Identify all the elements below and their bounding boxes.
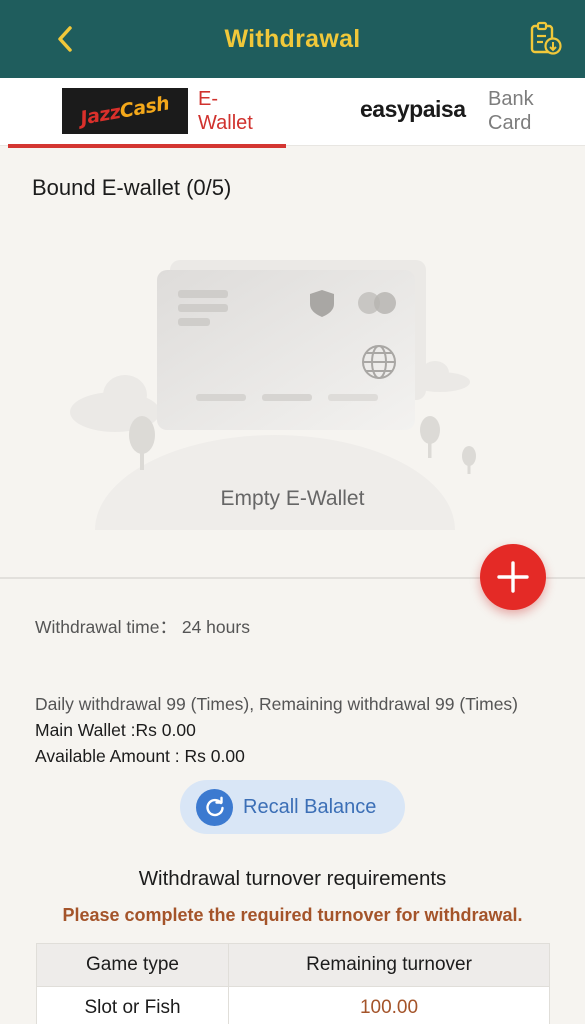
table-header-row: Game type Remaining turnover: [36, 943, 550, 987]
active-tab-indicator: [8, 144, 286, 148]
remaining-turnover-cell: 100.00: [228, 986, 550, 1024]
tree-icon: [420, 416, 440, 458]
game-type-cell: Slot or Fish: [36, 986, 229, 1024]
add-wallet-button[interactable]: [480, 544, 546, 610]
table-row: Slot or Fish 100.00: [36, 986, 550, 1024]
available-amount: Available Amount : Rs 0.00: [35, 746, 245, 766]
daily-withdrawal-limit-text: Daily withdrawal 99 (Times), Remaining w…: [35, 694, 519, 714]
chevron-left-icon: [58, 26, 72, 52]
recall-balance-button[interactable]: Recall Balance: [180, 780, 405, 834]
back-button[interactable]: [48, 22, 82, 56]
turnover-requirements-note: Please complete the required turnover fo…: [62, 905, 523, 925]
tab-jazzcash-ewallet[interactable]: JazzCash E-Wallet: [8, 78, 286, 148]
tree-icon: [462, 446, 476, 474]
credit-card-icon: [157, 270, 415, 430]
app-header: Withdrawal: [0, 0, 585, 78]
refresh-icon: [196, 788, 233, 826]
main-wallet-balance: Main Wallet :Rs 0.00: [35, 720, 196, 740]
turnover-requirements-title: Withdrawal turnover requirements: [138, 867, 447, 890]
clipboard-download-icon: [530, 21, 562, 55]
tab-label-ewallet: E-Wallet: [198, 88, 253, 134]
jazzcash-logo: JazzCash: [62, 88, 188, 134]
jazzcash-logo-text-b: Cash: [118, 92, 172, 123]
column-header-remaining-turnover: Remaining turnover: [228, 943, 550, 987]
jazzcash-logo-text-a: Jazz: [78, 101, 123, 130]
column-header-game-type: Game type: [36, 943, 229, 987]
payment-method-tabs: JazzCash E-Wallet easypaisa Bank Card: [0, 78, 585, 148]
page-title: Withdrawal: [224, 24, 361, 53]
plus-icon: [497, 561, 529, 593]
recall-balance-label: Recall Balance: [243, 795, 377, 818]
tab-easypaisa-bank-card[interactable]: easypaisa Bank Card: [300, 78, 585, 146]
easypaisa-logo: easypaisa: [360, 96, 466, 122]
bound-ewallet-title: Bound E-wallet (0/5): [32, 175, 232, 200]
withdrawal-records-button[interactable]: [525, 18, 565, 58]
tab-label-bank-card: Bank Card: [488, 88, 534, 134]
withdrawal-time-text: Withdrawal time： 24 hours: [35, 617, 250, 637]
turnover-table: Game type Remaining turnover Slot or Fis…: [36, 943, 550, 1024]
empty-wallet-label: Empty E-Wallet: [220, 487, 365, 510]
